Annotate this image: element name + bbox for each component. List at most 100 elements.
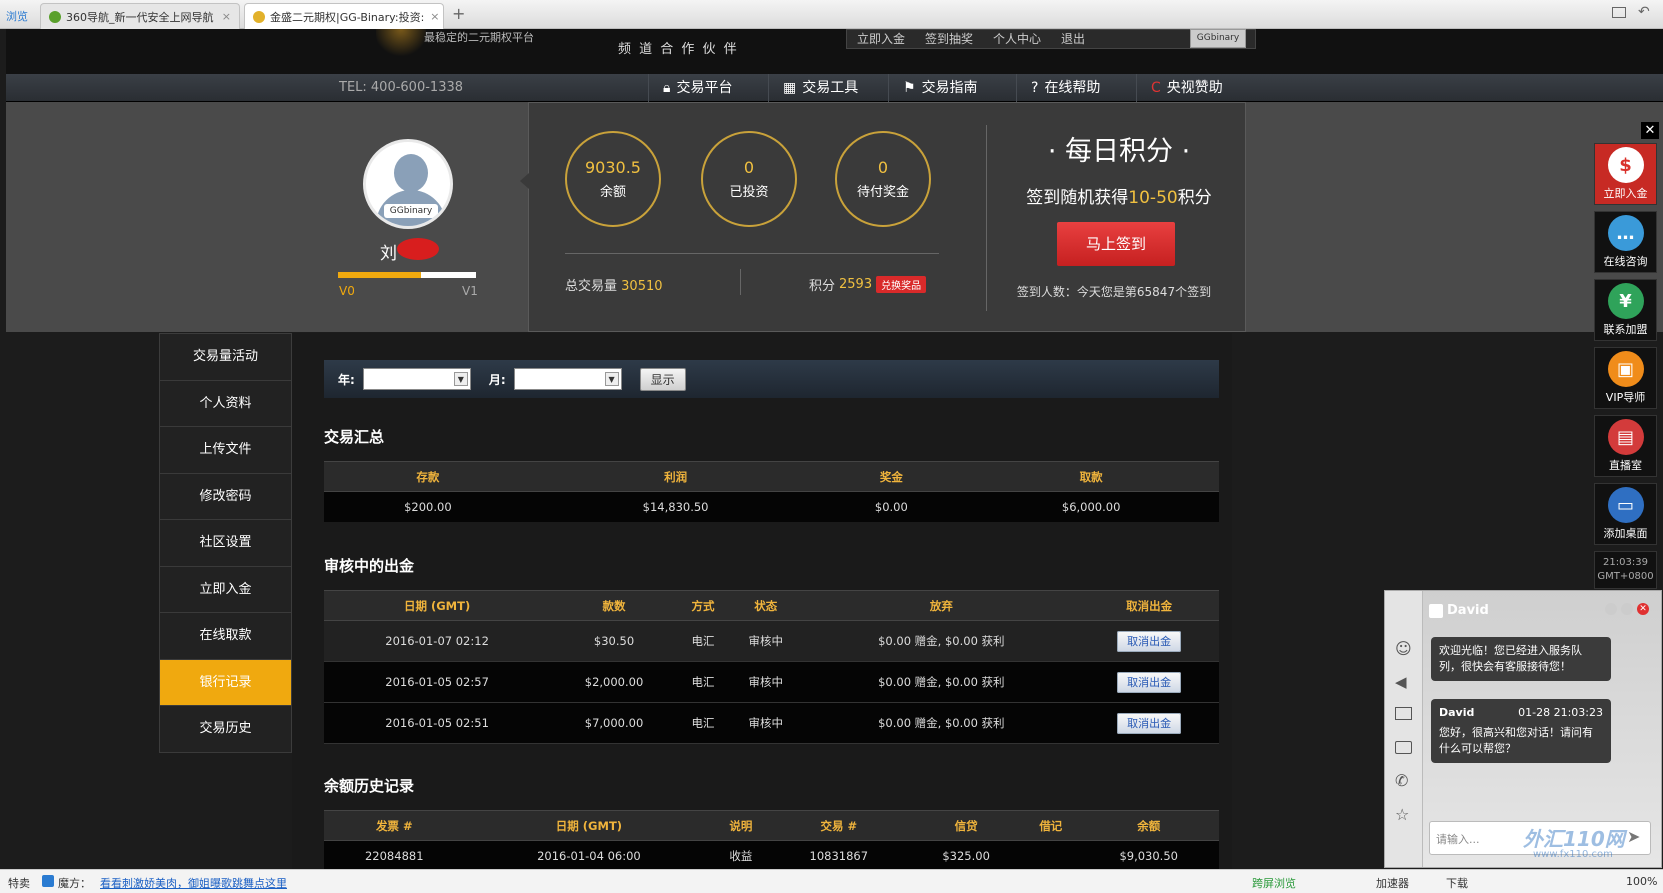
col-header: 信贷 [909,810,1024,841]
close-icon[interactable]: × [424,10,439,23]
cell-method: 电汇 [677,620,729,662]
cell-invoice: 22084881 [324,840,465,871]
divider [986,125,987,311]
status-download[interactable]: 下载 [1446,875,1468,891]
tel-number: TEL: 400-600-1338 [339,80,464,95]
cell-method: 电汇 [677,661,729,703]
sidebar-item-trade-history[interactable]: 交易历史 [160,706,291,753]
sidebar-item-community[interactable]: 社区设置 [160,520,291,567]
desc-range: 10-50 [1128,188,1178,208]
status-accelerator[interactable]: 加速器 [1376,875,1409,891]
cancel-withdrawal-button[interactable]: 取消出金 [1117,713,1182,734]
nav-trading-guide[interactable]: ⚑ 交易指南 [888,74,992,102]
speaker-icon[interactable]: ◀ [1395,673,1407,691]
top-link-deposit[interactable]: 立即入金 [847,30,915,48]
site-favicon-icon [253,10,265,23]
browser-status-bar: 特卖 魔方： 看看刺激娇美肉，御姐曝歌跳舞点这里 跨屏浏览 加速器 下载 100… [0,869,1663,893]
book-icon: ▤ [1607,419,1644,455]
user-icon [1429,603,1443,618]
status-mofang: 魔方： [58,877,91,890]
col-header: 款数 [550,590,678,621]
top-link-logout[interactable]: 退出 [1051,30,1095,48]
cell-forfeit: $0.00 赠金, $0.00 获利 [803,661,1080,703]
undo-icon[interactable]: ↶ [1638,4,1650,20]
avatar[interactable]: GGbinary [363,139,453,229]
sidebar-item-upload[interactable]: 上传文件 [160,427,291,474]
sidebar-item-bank-records[interactable]: 银行记录 [160,659,291,706]
cell-debit [1023,840,1079,871]
send-icon[interactable]: ➤ [1627,827,1640,846]
close-icon[interactable]: × [216,10,231,23]
close-icon[interactable]: ✕ [1641,122,1659,139]
show-button[interactable]: 显示 [639,367,686,391]
nav-online-help[interactable]: ? 在线帮助 [1016,74,1114,102]
emoji-icon[interactable]: ☺ [1395,639,1412,658]
status-zoom[interactable]: 100% [1626,875,1657,888]
top-link-account[interactable]: 个人中心 [983,30,1051,48]
flag-icon: ⚑ [903,80,916,96]
sidebar-item-profile[interactable]: 个人资料 [160,381,291,427]
clock-time: 21:03:39 [1603,557,1648,568]
status-cross-screen[interactable]: 跨屏浏览 [1252,875,1296,891]
status-ad-link[interactable]: 看看刺激娇美肉，御姐曝歌跳舞点这里 [100,875,287,891]
nav-trading-tools[interactable]: ▦ 交易工具 [768,74,872,102]
stat-invested: 0 已投资 [701,131,797,227]
cancel-withdrawal-button[interactable]: 取消出金 [1117,672,1182,693]
stat-value: 9030.5 [585,158,641,177]
float-label: 联系加盟 [1603,323,1648,336]
nav-label: 央视赞助 [1166,80,1223,96]
new-tab-button[interactable]: + [452,4,465,23]
ggbinary-logo[interactable]: GGbinary [1190,29,1246,48]
top-link-checkin[interactable]: 签到抽奖 [915,30,983,48]
sidebar-item-password[interactable]: 修改密码 [160,474,291,520]
checkin-button[interactable]: 马上签到 [1057,222,1175,266]
chevron-down-icon: ▼ [453,372,468,386]
close-icon[interactable]: ✕ [1637,603,1649,615]
summary-table: 存款 利润 奖金 取款 $200.00 $14,830.50 $0.00 $6,… [324,461,1219,522]
status-sale[interactable]: 特卖 [8,875,30,891]
float-desktop-button[interactable]: ▭ 添加桌面 [1594,483,1657,545]
calculator-icon: ▦ [783,80,797,96]
cube-icon [42,875,54,887]
points-label: 积分 [809,279,836,294]
chat-main: David ✕ 欢迎光临！您已经进入服务队列，很快会有客服接待您！ David … [1423,591,1661,867]
star-icon[interactable]: ☆ [1395,805,1409,824]
year-select[interactable]: ▼ [362,368,471,390]
nav-trading-platform[interactable]: 🔒︎ 交易平台 [648,74,746,102]
col-header: 日期 (GMT) [324,590,551,621]
browser-menu[interactable]: 浏览 [6,8,28,24]
sidebar-item-withdraw[interactable]: 在线取款 [160,613,291,660]
table-row: 2016-01-07 02:12 $30.50 电汇 审核中 $0.00 赠金,… [324,620,1219,662]
window-restore-icon[interactable] [1612,7,1626,18]
maximize-icon[interactable] [1621,603,1633,615]
cctv-icon: C [1151,80,1161,96]
cell-bonus: $0.00 [819,491,964,522]
sidebar-item-volume-activity[interactable]: 交易量活动 [160,334,291,381]
daily-points-title: · 每日积分 · [1047,136,1191,167]
redeem-button[interactable]: 兑换奖品 [876,276,927,293]
phone-icon[interactable]: ✆ [1395,771,1408,790]
stat-value: 0 [743,158,755,177]
money-bag-icon: $ [1607,147,1644,183]
float-deposit-button[interactable]: $ 立即入金 [1594,143,1657,205]
pending-title: 审核中的出金 [324,557,415,575]
float-live-button[interactable]: ▤ 直播室 [1594,415,1657,477]
float-chat-button[interactable]: … 在线咨询 [1594,211,1657,273]
float-join-button[interactable]: ¥ 联系加盟 [1594,279,1657,341]
minimize-icon[interactable] [1605,603,1617,615]
image-icon[interactable] [1395,707,1412,720]
month-select[interactable]: ▼ [513,368,622,390]
tab-ggbinary[interactable]: 金盛二元期权|GG-Binary:投资: × [244,3,444,29]
cell-forfeit: $0.00 赠金, $0.00 获利 [803,620,1080,662]
tab-360-nav[interactable]: 360导航_新一代安全上网导航 × [40,3,240,29]
cell-method: 电汇 [677,702,729,744]
folder-icon[interactable] [1395,741,1412,754]
stat-pending-bonus: 0 待付奖金 [835,131,931,227]
lock-icon: 🔒︎ [663,80,671,96]
nav-cctv-sponsor[interactable]: C 央视赞助 [1136,74,1237,102]
cancel-withdrawal-button[interactable]: 取消出金 [1117,631,1182,652]
main-content: 年: ▼ 月: ▼ 显示 交易汇总 存款 利润 奖金 取款 $200.00 $1… [292,333,1232,873]
help-icon: ? [1031,80,1039,96]
float-vip-button[interactable]: ▣ VIP导师 [1594,347,1657,409]
sidebar-item-deposit[interactable]: 立即入金 [160,567,291,613]
